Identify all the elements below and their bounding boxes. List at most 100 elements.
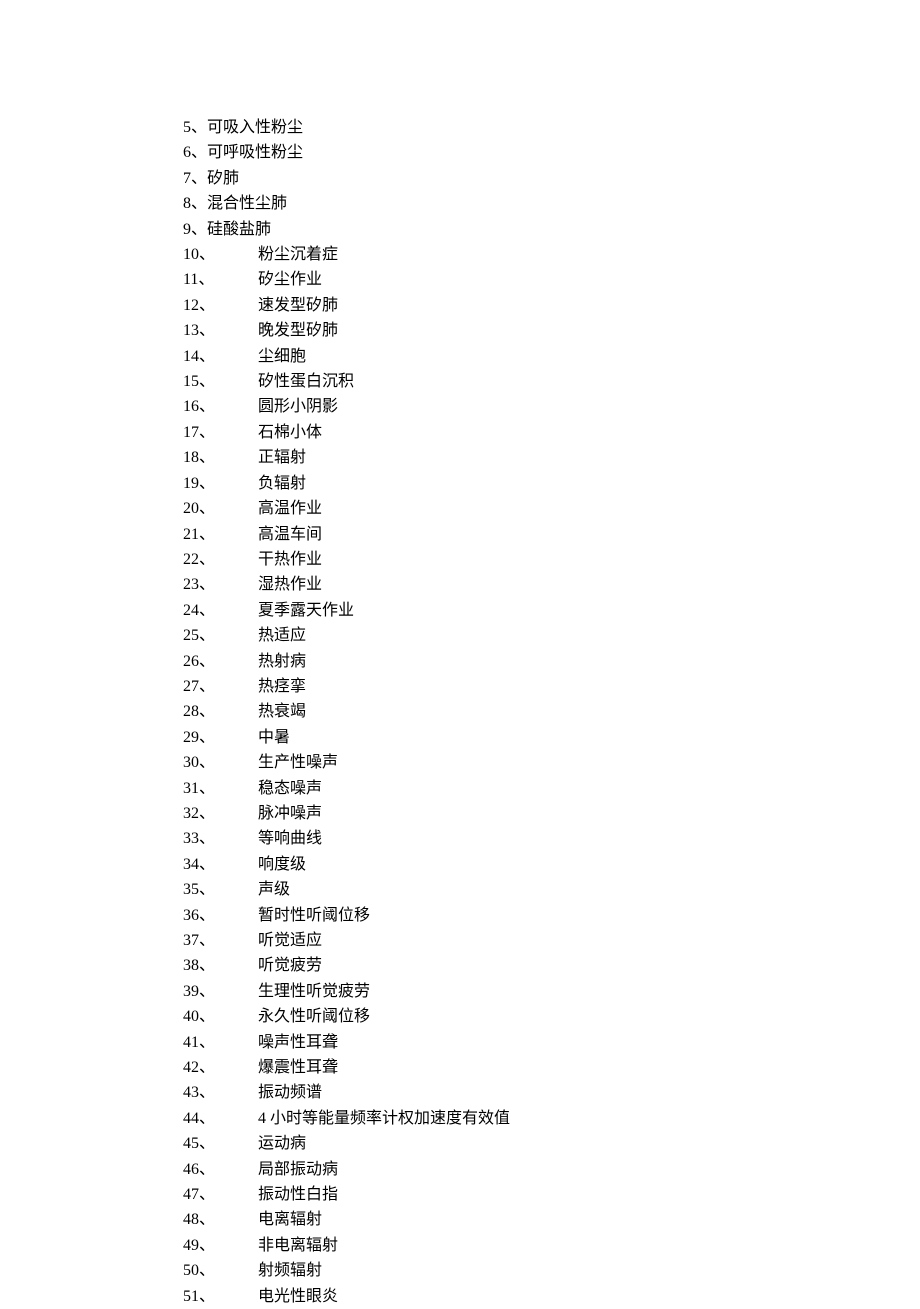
item-number: 30、 (183, 750, 258, 775)
item-number: 47、 (183, 1182, 258, 1207)
list-item: 26、热射病 (183, 649, 920, 674)
item-number: 28、 (183, 699, 258, 724)
list-item: 20、高温作业 (183, 496, 920, 521)
list-item: 14、尘细胞 (183, 344, 920, 369)
item-term: 4 小时等能量频率计权加速度有效值 (258, 1110, 510, 1127)
item-number: 27、 (183, 674, 258, 699)
list-item: 41、噪声性耳聋 (183, 1030, 920, 1055)
item-number: 29、 (183, 725, 258, 750)
item-term: 热适应 (258, 627, 306, 644)
separator: 、 (191, 170, 207, 187)
item-term: 可吸入性粉尘 (207, 119, 303, 136)
item-term: 稳态噪声 (258, 780, 322, 797)
item-number: 38、 (183, 953, 258, 978)
list-item: 30、生产性噪声 (183, 750, 920, 775)
list-item: 9、硅酸盐肺 (183, 217, 920, 242)
item-term: 矽肺 (207, 170, 239, 187)
item-number: 42、 (183, 1055, 258, 1080)
list-item: 31、稳态噪声 (183, 776, 920, 801)
list-item: 15、矽性蛋白沉积 (183, 369, 920, 394)
list-item: 24、夏季露天作业 (183, 598, 920, 623)
item-term: 高温车间 (258, 526, 322, 543)
separator: 、 (191, 119, 207, 136)
list-item: 39、生理性听觉疲劳 (183, 979, 920, 1004)
item-number: 11、 (183, 267, 258, 292)
list-item: 43、振动频谱 (183, 1080, 920, 1105)
separator: 、 (191, 195, 207, 212)
item-number: 16、 (183, 394, 258, 419)
item-term: 圆形小阴影 (258, 398, 338, 415)
item-term: 热射病 (258, 653, 306, 670)
item-term: 湿热作业 (258, 576, 322, 593)
list-item: 35、声级 (183, 877, 920, 902)
item-term: 中暑 (258, 729, 290, 746)
item-term: 振动频谱 (258, 1084, 322, 1101)
item-term: 正辐射 (258, 449, 306, 466)
item-number: 37、 (183, 928, 258, 953)
item-number: 10、 (183, 242, 258, 267)
list-item: 8、混合性尘肺 (183, 191, 920, 216)
list-item: 44、4 小时等能量频率计权加速度有效值 (183, 1106, 920, 1131)
item-number: 22、 (183, 547, 258, 572)
list-item: 19、负辐射 (183, 471, 920, 496)
list-item: 50、射频辐射 (183, 1258, 920, 1283)
item-term: 混合性尘肺 (207, 195, 287, 212)
list-item: 13、晚发型矽肺 (183, 318, 920, 343)
list-item: 17、石棉小体 (183, 420, 920, 445)
item-term: 射频辐射 (258, 1262, 322, 1279)
separator: 、 (191, 221, 207, 238)
list-item: 49、非电离辐射 (183, 1233, 920, 1258)
list-item: 38、听觉疲劳 (183, 953, 920, 978)
item-number: 7 (183, 166, 191, 191)
item-number: 6 (183, 140, 191, 165)
list-item: 11、矽尘作业 (183, 267, 920, 292)
item-term: 局部振动病 (258, 1161, 338, 1178)
item-term: 电离辐射 (258, 1211, 322, 1228)
list-item: 36、暂时性听阈位移 (183, 903, 920, 928)
list-item: 40、永久性听阈位移 (183, 1004, 920, 1029)
item-number: 13、 (183, 318, 258, 343)
item-number: 8 (183, 191, 191, 216)
item-term: 速发型矽肺 (258, 297, 338, 314)
item-term: 矽性蛋白沉积 (258, 373, 354, 390)
item-term: 振动性白指 (258, 1186, 338, 1203)
item-term: 听觉适应 (258, 932, 322, 949)
item-number: 41、 (183, 1030, 258, 1055)
list-item: 21、高温车间 (183, 522, 920, 547)
item-number: 35、 (183, 877, 258, 902)
list-item: 18、正辐射 (183, 445, 920, 470)
item-term: 石棉小体 (258, 424, 322, 441)
item-number: 46、 (183, 1157, 258, 1182)
item-term: 粉尘沉着症 (258, 246, 338, 263)
list-item: 46、局部振动病 (183, 1157, 920, 1182)
item-term: 暂时性听阈位移 (258, 907, 370, 924)
item-term: 热衰竭 (258, 703, 306, 720)
item-term: 热痉挛 (258, 678, 306, 695)
item-number: 19、 (183, 471, 258, 496)
item-term: 高温作业 (258, 500, 322, 517)
list-item: 28、热衰竭 (183, 699, 920, 724)
list-item: 10、粉尘沉着症 (183, 242, 920, 267)
list-item: 7、矽肺 (183, 166, 920, 191)
list-item: 25、热适应 (183, 623, 920, 648)
item-term: 生理性听觉疲劳 (258, 983, 370, 1000)
item-number: 21、 (183, 522, 258, 547)
item-number: 12、 (183, 293, 258, 318)
item-term: 运动病 (258, 1135, 306, 1152)
item-number: 40、 (183, 1004, 258, 1029)
item-number: 20、 (183, 496, 258, 521)
item-term: 脉冲噪声 (258, 805, 322, 822)
item-term: 噪声性耳聋 (258, 1034, 338, 1051)
item-number: 45、 (183, 1131, 258, 1156)
item-number: 43、 (183, 1080, 258, 1105)
item-number: 48、 (183, 1207, 258, 1232)
item-number: 51、 (183, 1284, 258, 1309)
list-item: 33、等响曲线 (183, 826, 920, 851)
item-number: 31、 (183, 776, 258, 801)
list-item: 47、振动性白指 (183, 1182, 920, 1207)
item-number: 9 (183, 217, 191, 242)
item-term: 非电离辐射 (258, 1237, 338, 1254)
item-term: 听觉疲劳 (258, 957, 322, 974)
list-item: 48、电离辐射 (183, 1207, 920, 1232)
item-number: 14、 (183, 344, 258, 369)
